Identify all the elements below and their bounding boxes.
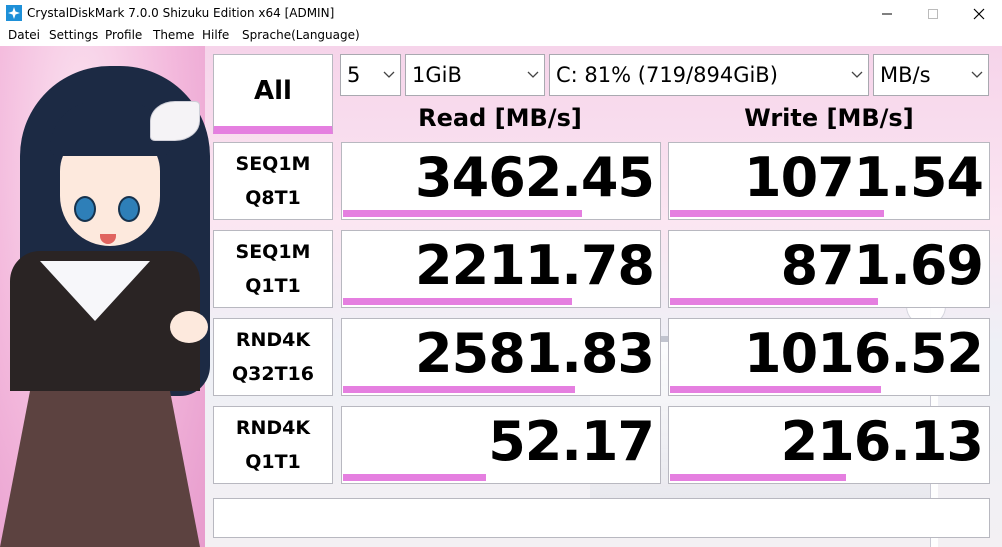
read-result: 52.17 [341, 406, 661, 484]
test-button-rnd4k-q1t1[interactable]: RND4K Q1T1 [213, 406, 333, 484]
menu-item-theme[interactable]: Theme [153, 28, 194, 42]
chevron-down-icon [383, 71, 395, 78]
test-count-select[interactable]: 5 [340, 54, 401, 96]
test-params: Q1T1 [245, 275, 301, 297]
chevron-down-icon [851, 71, 863, 78]
main-panel: All 5 1GiB C: 81% (719/894GiB) MB/s Read… [0, 46, 1002, 547]
test-button-seq1m-q8t1[interactable]: SEQ1M Q8T1 [213, 142, 333, 220]
read-result: 2211.78 [341, 230, 661, 308]
read-value: 52.17 [488, 410, 655, 473]
read-progress-bar [343, 474, 487, 481]
read-value: 2211.78 [415, 234, 655, 297]
menu-item-hilfe[interactable]: Hilfe [202, 28, 229, 42]
write-progress-bar [670, 474, 846, 481]
write-progress-bar [670, 210, 885, 217]
menu-bar: Datei Settings Profile Theme Hilfe Sprac… [0, 27, 1002, 46]
write-result: 1016.52 [668, 318, 990, 396]
character-skirt [0, 391, 200, 547]
write-result: 216.13 [668, 406, 990, 484]
read-result: 3462.45 [341, 142, 661, 220]
menu-item-profile[interactable]: Profile [105, 28, 142, 42]
maximize-icon [928, 8, 938, 19]
drive-select[interactable]: C: 81% (719/894GiB) [549, 54, 869, 96]
write-result: 1071.54 [668, 142, 990, 220]
character-bow [150, 101, 200, 141]
test-params: Q32T16 [232, 363, 314, 385]
test-params: Q8T1 [245, 187, 301, 209]
character-hand [170, 311, 208, 343]
title-bar: CrystalDiskMark 7.0.0 Shizuku Edition x6… [0, 0, 1002, 27]
read-progress-bar [343, 210, 582, 217]
test-button-seq1m-q1t1[interactable]: SEQ1M Q1T1 [213, 230, 333, 308]
test-count-value: 5 [347, 63, 361, 87]
write-progress-bar [670, 298, 878, 305]
window-title: CrystalDiskMark 7.0.0 Shizuku Edition x6… [27, 6, 335, 20]
test-params: Q1T1 [245, 451, 301, 473]
write-value: 1071.54 [744, 146, 984, 209]
minimize-icon [882, 13, 892, 14]
test-name: SEQ1M [235, 241, 311, 263]
maximize-button[interactable] [910, 0, 956, 27]
character-eye-left [74, 196, 96, 222]
menu-item-settings[interactable]: Settings [49, 28, 98, 42]
menu-item-datei[interactable]: Datei [8, 28, 40, 42]
app-icon [6, 5, 22, 21]
write-value: 1016.52 [744, 322, 984, 385]
write-result: 871.69 [668, 230, 990, 308]
test-name: RND4K [235, 417, 311, 439]
chevron-down-icon [527, 71, 539, 78]
comment-field[interactable] [213, 498, 990, 538]
drive-value: C: 81% (719/894GiB) [556, 63, 778, 87]
read-progress-bar [343, 298, 572, 305]
read-value: 3462.45 [415, 146, 655, 209]
test-name: SEQ1M [235, 153, 311, 175]
test-button-rnd4k-q32t16[interactable]: RND4K Q32T16 [213, 318, 333, 396]
test-name: RND4K [235, 329, 311, 351]
write-progress-bar [670, 386, 882, 393]
write-value: 216.13 [780, 410, 984, 473]
unit-value: MB/s [880, 63, 931, 87]
read-header: Read [MB/s] [418, 104, 582, 132]
write-header: Write [MB/s] [744, 104, 914, 132]
character-eye-right [118, 196, 140, 222]
test-size-select[interactable]: 1GiB [405, 54, 545, 96]
unit-select[interactable]: MB/s [873, 54, 989, 96]
menu-item-language[interactable]: Sprache(Language) [242, 28, 360, 42]
chevron-down-icon [971, 71, 983, 78]
read-progress-bar [343, 386, 576, 393]
write-value: 871.69 [780, 234, 984, 297]
read-value: 2581.83 [415, 322, 655, 385]
minimize-button[interactable] [864, 0, 910, 27]
close-button[interactable] [956, 0, 1002, 27]
all-button[interactable]: All [213, 54, 333, 134]
read-result: 2581.83 [341, 318, 661, 396]
test-size-value: 1GiB [412, 63, 462, 87]
close-icon [973, 8, 985, 19]
